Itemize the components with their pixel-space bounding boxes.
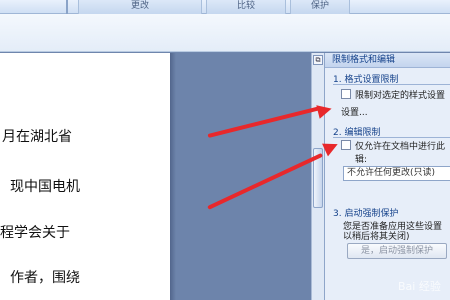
enforce-hint-line2: 以稍后将其关闭) xyxy=(343,232,410,242)
editing-type-select[interactable]: 不允许任何更改(只读) xyxy=(343,166,450,181)
section-divider xyxy=(333,84,450,85)
document-line: 月在湖北省 xyxy=(2,129,72,145)
editing-restriction-label-cont: 辑: xyxy=(355,155,368,165)
editing-restriction-label: 仅允许在文档中进行此 xyxy=(355,142,446,152)
pane-options-icon[interactable]: ⧉ xyxy=(313,55,323,65)
editing-restriction-checkbox[interactable] xyxy=(341,140,351,150)
formatting-restriction-label: 限制对选定的样式设置 xyxy=(355,91,446,101)
restrict-editing-pane: 限制格式和编辑 1. 格式设置限制 限制对选定的样式设置 设置... 2. 编辑… xyxy=(324,53,450,300)
document-line: 作者，围绕 xyxy=(10,270,80,286)
pane-title: 限制格式和编辑 xyxy=(325,53,450,68)
watermark: Bai 经验 xyxy=(398,280,441,293)
document-line: 程学会关于 xyxy=(0,225,70,241)
formatting-settings-link[interactable]: 设置... xyxy=(341,105,368,118)
ribbon-bar: 更改 比较 保护 xyxy=(0,0,450,14)
document-line: 现中国电机 xyxy=(10,179,80,195)
ribbon-group-compare[interactable]: 比较 xyxy=(206,0,286,14)
formatting-restriction-checkbox[interactable] xyxy=(341,89,351,99)
document-page[interactable]: 月在湖北省 现中国电机 程学会关于 作者，围绕 xyxy=(0,53,170,300)
section-divider xyxy=(333,137,450,138)
page-shadow xyxy=(170,53,176,300)
toolbar-band xyxy=(0,14,450,52)
ribbon-separator xyxy=(66,0,68,14)
section-title-enforce: 3. 启动强制保护 xyxy=(333,209,399,219)
ribbon-group-protect[interactable]: 保护 xyxy=(290,0,350,14)
start-enforcing-button[interactable]: 是，启动强制保护 xyxy=(347,243,447,259)
vertical-scrollbar[interactable] xyxy=(311,53,324,300)
ribbon-group-changes[interactable]: 更改 xyxy=(78,0,202,14)
